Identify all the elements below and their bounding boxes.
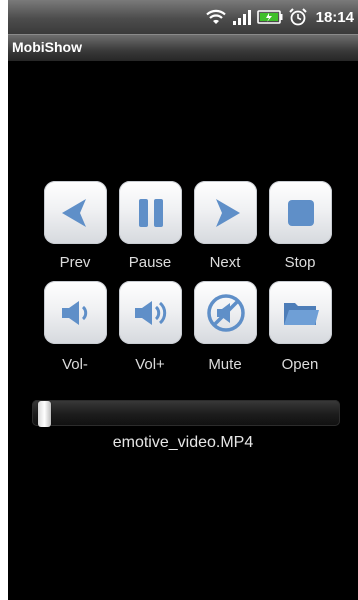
next-icon (215, 198, 240, 227)
stop-button[interactable] (269, 181, 332, 244)
seek-bar[interactable] (32, 400, 340, 427)
title-bar: MobiShow (8, 34, 358, 61)
pause-button[interactable] (119, 181, 182, 244)
prev-label: Prev (59, 254, 91, 271)
phone-screen: 18:14 MobiShow Prev Pause Next Stop Vol-… (8, 0, 358, 600)
mute-icon (206, 293, 245, 332)
volume-down-button[interactable] (44, 281, 107, 344)
battery-icon (256, 10, 283, 24)
pause-icon (138, 198, 163, 227)
volume-down-icon (61, 300, 87, 325)
next-label: Next (209, 254, 241, 271)
stop-label: Stop (284, 254, 316, 271)
signal-icon (232, 10, 251, 25)
alarm-icon (288, 8, 307, 26)
stop-icon (287, 199, 314, 226)
status-bar: 18:14 (8, 0, 358, 34)
wifi-icon (205, 9, 226, 24)
mute-label: Mute (208, 356, 242, 373)
prev-icon (61, 198, 86, 227)
pause-label: Pause (128, 254, 172, 271)
open-label: Open (281, 356, 319, 373)
volume-up-icon (134, 300, 166, 325)
next-button[interactable] (194, 181, 257, 244)
seek-thumb[interactable] (38, 401, 51, 427)
volume-up-button[interactable] (119, 281, 182, 344)
volume-down-label: Vol- (62, 356, 88, 373)
clock: 18:14 (315, 8, 354, 26)
filename-label: emotive_video.MP4 (112, 434, 254, 451)
volume-up-label: Vol+ (135, 356, 165, 373)
open-button[interactable] (269, 281, 332, 344)
prev-button[interactable] (44, 181, 107, 244)
app-title: MobiShow (12, 39, 82, 55)
folder-icon (283, 302, 319, 325)
mute-button[interactable] (194, 281, 257, 344)
status-icons: 18:14 (205, 6, 354, 28)
